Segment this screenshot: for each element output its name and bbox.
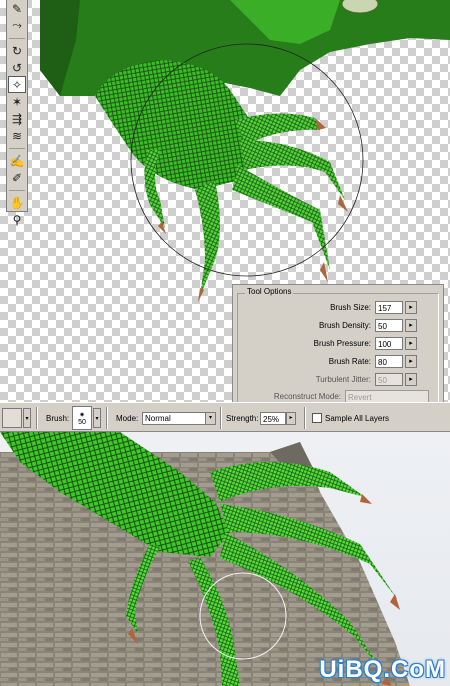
smudge-tool-icon[interactable]: [2, 408, 22, 428]
liquify-preview-canvas[interactable]: ✎ ⤳ ↻ ↺ ✧ ✶ ⇶ ≋ ✍ ✐ ✋ ⚲ Tool Options Bru…: [0, 0, 450, 402]
brush-size-label: Brush Size:: [330, 303, 371, 312]
reconstruct-mode-row: Reconstruct Mode: Revert: [233, 390, 441, 402]
brush-picker[interactable]: ✷ 50 ▾: [72, 403, 101, 433]
strength-label: Strength:: [226, 413, 259, 423]
brush-rate-label: Brush Rate:: [328, 357, 371, 366]
mode-dropdown-icon[interactable]: ▾: [205, 412, 215, 424]
site-watermark: UiBQ.CoM: [319, 656, 446, 683]
brush-dropdown-icon[interactable]: ▾: [93, 408, 101, 428]
pucker-icon[interactable]: ✧: [8, 76, 26, 93]
document-canvas[interactable]: UiBQ.CoM: [0, 432, 450, 686]
sample-all-layers-toggle[interactable]: Sample All Layers: [312, 403, 389, 433]
brush-preview[interactable]: ✷ 50: [72, 406, 92, 430]
bloat-icon[interactable]: ✶: [8, 93, 26, 110]
toolbox-divider: [9, 144, 25, 149]
reconstruct-mode-select: Revert: [345, 390, 429, 402]
mode-select[interactable]: Normal ▾: [142, 403, 216, 433]
brush-size-arrow-icon[interactable]: ▸: [405, 301, 417, 314]
toolbox-divider: [9, 186, 25, 191]
brush-size-value: 50: [78, 418, 86, 426]
twirl-counterclockwise-icon[interactable]: ↺: [8, 59, 26, 76]
tutorial-image: ✎ ⤳ ↻ ↺ ✧ ✶ ⇶ ≋ ✍ ✐ ✋ ⚲ Tool Options Bru…: [0, 0, 450, 686]
strength-arrow-icon[interactable]: ▸: [286, 411, 296, 425]
hand-icon[interactable]: ✋: [8, 194, 26, 211]
toolbox-divider: [9, 34, 25, 39]
strength-control[interactable]: 25% ▸: [260, 403, 296, 433]
turbulent-jitter-label: Turbulent Jitter:: [315, 375, 371, 384]
sample-all-layers-label: Sample All Layers: [325, 413, 390, 423]
brush-pressure-label: Brush Pressure:: [313, 339, 371, 348]
options-divider: [220, 407, 222, 429]
brush-density-row: Brush Density: 50 ▸: [233, 319, 441, 333]
brush-size-row: Brush Size: 157 ▸: [233, 301, 441, 315]
reconstruct-icon[interactable]: ⤳: [8, 17, 26, 34]
brush-pressure-row: Brush Pressure: 100 ▸: [233, 337, 441, 351]
mode-select-box[interactable]: Normal ▾: [142, 411, 216, 425]
reconstruct-mode-label: Reconstruct Mode:: [273, 392, 341, 401]
turbulent-jitter-arrow-icon: ▸: [405, 373, 417, 386]
options-divider: [106, 407, 108, 429]
strength-input[interactable]: 25%: [260, 411, 286, 425]
brush-dot-icon: ✷: [79, 411, 85, 419]
sample-all-layers-checkbox[interactable]: [312, 413, 322, 423]
twirl-clockwise-icon[interactable]: ↻: [8, 42, 26, 59]
liquify-toolbox: ✎ ⤳ ↻ ↺ ✧ ✶ ⇶ ≋ ✍ ✐ ✋ ⚲: [6, 0, 28, 227]
brush-density-arrow-icon[interactable]: ▸: [405, 319, 417, 332]
brush-density-label: Brush Density:: [318, 321, 371, 330]
tool-options-panel: Tool Options Brush Size: 157 ▸ Brush Den…: [232, 284, 444, 402]
brush-rate-row: Brush Rate: 80 ▸: [233, 355, 441, 369]
brush-rate-input[interactable]: 80: [375, 355, 403, 368]
options-divider: [304, 407, 306, 429]
forward-warp-icon[interactable]: ✎: [8, 0, 26, 17]
tool-options-legend: Tool Options: [245, 287, 294, 296]
options-divider: [36, 407, 38, 429]
turbulent-jitter-input: 50: [375, 373, 403, 386]
lizard-on-tower-artwork: [0, 432, 410, 686]
freeze-mask-icon[interactable]: ✍: [8, 152, 26, 169]
reflection-icon[interactable]: ≋: [8, 127, 26, 144]
brush-pressure-input[interactable]: 100: [375, 337, 403, 350]
shift-pixels-icon[interactable]: ⇶: [8, 110, 26, 127]
brush-size-input[interactable]: 157: [375, 301, 403, 314]
turbulent-jitter-row: Turbulent Jitter: 50 ▸: [233, 373, 441, 387]
brush-pressure-arrow-icon[interactable]: ▸: [405, 337, 417, 350]
tool-preset-dropdown-icon[interactable]: ▾: [23, 408, 31, 428]
brush-rate-arrow-icon[interactable]: ▸: [405, 355, 417, 368]
thaw-mask-icon[interactable]: ✐: [8, 169, 26, 186]
tool-preset-picker[interactable]: ▾: [2, 403, 31, 433]
brush-density-input[interactable]: 50: [375, 319, 403, 332]
brush-label: Brush:: [46, 413, 70, 423]
mode-label: Mode:: [116, 413, 139, 423]
mode-value: Normal: [145, 413, 171, 423]
zoom-icon[interactable]: ⚲: [8, 211, 26, 228]
options-bar: ▾ Brush: ✷ 50 ▾ Mode: Normal ▾ Strength:…: [0, 402, 450, 432]
